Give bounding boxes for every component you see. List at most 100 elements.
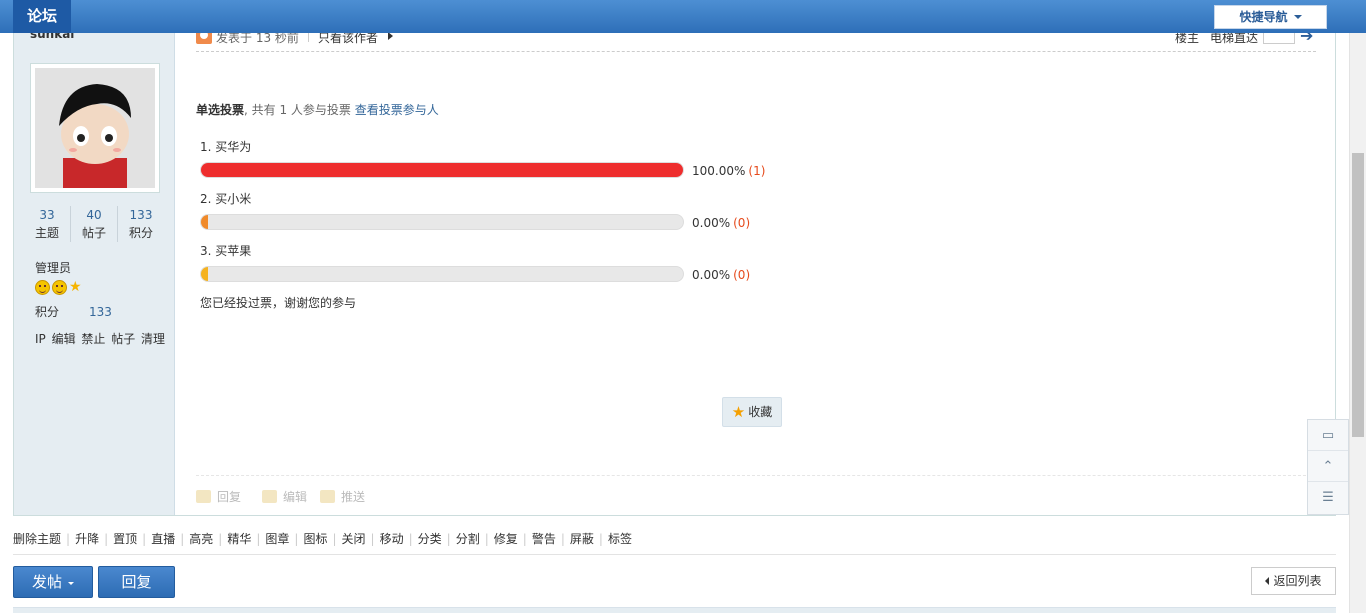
- reply-label: 回复: [217, 490, 242, 504]
- divider: |: [522, 532, 527, 546]
- stat-points-value[interactable]: 133: [118, 206, 164, 224]
- poll-count: (0): [733, 268, 751, 282]
- divider: |: [294, 532, 299, 546]
- points-row: 积分 133: [35, 303, 112, 320]
- quick-nav-button[interactable]: 快捷导航: [1214, 5, 1327, 29]
- poll-option-label: 1. 买华为: [200, 140, 252, 154]
- poll-bar-fill: [201, 267, 208, 281]
- post-container: sunkai 33 主题 40 帖子 133 积分 管理员 ★ 积分 133 I…: [13, 0, 1336, 516]
- push-action[interactable]: 推送: [320, 488, 365, 505]
- chevron-left-icon: [1265, 577, 1270, 585]
- reply-icon: [196, 490, 211, 503]
- moderation-link[interactable]: 分类: [418, 530, 442, 547]
- divider: |: [484, 532, 489, 546]
- moderation-link[interactable]: 精华: [227, 530, 251, 547]
- back-to-top-icon[interactable]: ⌃: [1308, 451, 1348, 482]
- smiley-icon: [52, 280, 67, 295]
- poll-percent: 0.00%: [692, 216, 731, 230]
- favorite-label: 收藏: [748, 405, 773, 419]
- moderation-link[interactable]: 分割: [456, 530, 480, 547]
- poll-count: (0): [733, 216, 751, 230]
- chevron-down-icon: [1293, 15, 1302, 19]
- divider: |: [560, 532, 565, 546]
- poll-bar: [200, 266, 684, 282]
- points-value[interactable]: 133: [89, 305, 112, 319]
- star-icon: ★: [731, 403, 746, 421]
- new-post-button[interactable]: 发帖: [13, 566, 93, 598]
- view-voters-link[interactable]: 查看投票参与人: [355, 103, 439, 117]
- stat-posts[interactable]: 40 帖子: [70, 206, 117, 242]
- vertical-scrollbar[interactable]: [1349, 0, 1366, 613]
- chevron-down-icon: [68, 582, 74, 585]
- poll-bar: [200, 162, 684, 178]
- back-label: 返回列表: [1273, 574, 1322, 588]
- push-icon: [320, 490, 335, 503]
- moderation-link[interactable]: 图章: [265, 530, 289, 547]
- moderation-link[interactable]: 图标: [303, 530, 327, 547]
- poll-count: (1): [748, 164, 766, 178]
- moderation-link[interactable]: 删除主题: [13, 530, 61, 547]
- moderation-link[interactable]: 修复: [494, 530, 518, 547]
- scrollbar-thumb[interactable]: [1352, 153, 1364, 437]
- new-post-label: 发帖: [31, 573, 62, 591]
- poll-option-label: 3. 买苹果: [200, 244, 252, 258]
- list-icon[interactable]: ☰: [1308, 482, 1348, 513]
- divider: |: [332, 532, 337, 546]
- floating-toolbar: ▭ ⌃ ☰: [1307, 419, 1349, 515]
- smiley-icon: [35, 280, 50, 295]
- moderation-link[interactable]: 升降: [75, 530, 99, 547]
- poll-bar-fill: [201, 215, 208, 229]
- play-icon: [388, 32, 393, 40]
- push-label: 推送: [341, 490, 366, 504]
- reply-button[interactable]: 回复: [98, 566, 175, 598]
- stat-points-label: 积分: [128, 226, 153, 240]
- stat-points[interactable]: 133 积分: [117, 206, 164, 242]
- stat-posts-label: 帖子: [81, 226, 106, 240]
- divider: |: [180, 532, 185, 546]
- reply-action[interactable]: 回复: [196, 488, 241, 505]
- admin-links[interactable]: IP 编辑 禁止 帖子 清理: [35, 330, 165, 347]
- avatar-image: [35, 68, 155, 188]
- next-post-strip: [13, 607, 1336, 613]
- rank-icons: ★: [35, 280, 84, 295]
- quick-nav-label: 快捷导航: [1239, 10, 1288, 24]
- moderation-link[interactable]: 关闭: [342, 530, 366, 547]
- poll-percent: 0.00%: [692, 268, 731, 282]
- back-to-list-button[interactable]: 返回列表: [1251, 567, 1336, 595]
- poll-percent: 100.00%: [692, 164, 746, 178]
- divider: |: [104, 532, 109, 546]
- comment-icon[interactable]: ▭: [1308, 420, 1348, 451]
- post-actions: 回复 编辑 推送: [196, 475, 1316, 515]
- moderation-link[interactable]: 移动: [380, 530, 404, 547]
- poll-summary: , 共有 1 人参与投票: [244, 103, 351, 117]
- stat-posts-value[interactable]: 40: [71, 206, 117, 224]
- moderation-link[interactable]: 屏蔽: [570, 530, 594, 547]
- points-label: 积分: [35, 305, 60, 319]
- divider: |: [66, 532, 71, 546]
- poll-header: 单选投票, 共有 1 人参与投票 查看投票参与人: [196, 101, 439, 118]
- edit-icon: [262, 490, 277, 503]
- stat-threads[interactable]: 33 主题: [24, 206, 70, 242]
- forum-logo[interactable]: 论坛: [13, 0, 71, 33]
- moderation-link[interactable]: 置顶: [113, 530, 137, 547]
- top-bar: 论坛 快捷导航: [0, 0, 1366, 33]
- divider: |: [370, 532, 375, 546]
- divider: |: [142, 532, 147, 546]
- divider: |: [218, 532, 223, 546]
- moderation-link[interactable]: 标签: [608, 530, 632, 547]
- poll-result: 0.00% (0): [692, 216, 750, 230]
- edit-label: 编辑: [283, 490, 308, 504]
- avatar[interactable]: [30, 63, 160, 193]
- user-group[interactable]: 管理员: [35, 259, 71, 276]
- favorite-button[interactable]: ★ 收藏: [722, 397, 782, 427]
- edit-action[interactable]: 编辑: [262, 488, 307, 505]
- voted-message: 您已经投过票，谢谢您的参与: [200, 296, 357, 310]
- moderation-link[interactable]: 高亮: [189, 530, 213, 547]
- poll-bar-fill: [201, 163, 683, 177]
- star-icon: ★: [69, 279, 82, 295]
- poll-option-label: 2. 买小米: [200, 192, 252, 206]
- divider: |: [408, 532, 413, 546]
- moderation-link[interactable]: 警告: [532, 530, 556, 547]
- stat-threads-value[interactable]: 33: [24, 206, 70, 224]
- moderation-link[interactable]: 直播: [151, 530, 175, 547]
